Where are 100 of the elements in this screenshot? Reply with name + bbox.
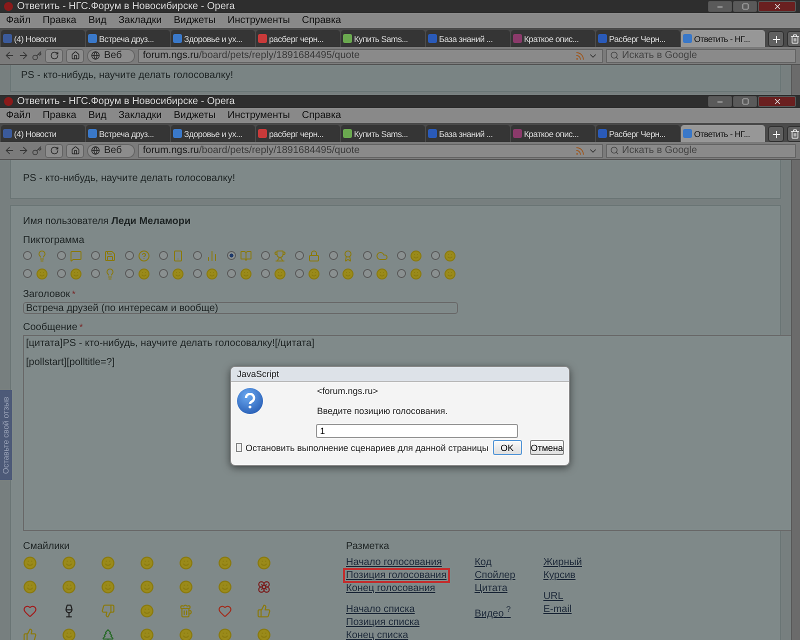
browser-tab[interactable]: Краткое опис... <box>511 30 595 47</box>
menu-item[interactable]: Файл <box>6 15 31 26</box>
address-field[interactable]: forum.ngs.ru/board/pets/reply/1891684495/quote <box>138 144 603 158</box>
search-field[interactable]: Искать в Google <box>606 144 796 158</box>
markup-link[interactable]: Курсив <box>541 569 578 582</box>
browser-tab[interactable]: Купить Sams... <box>341 125 425 142</box>
key-icon[interactable] <box>32 50 42 60</box>
icon-radio[interactable] <box>57 251 66 260</box>
menu-item[interactable]: Виджеты <box>174 110 216 121</box>
markup-link[interactable]: URL <box>541 590 566 603</box>
icon-radio[interactable] <box>159 251 168 260</box>
rss-icon[interactable] <box>575 146 585 156</box>
icon-radio[interactable] <box>363 251 372 260</box>
browser-tab[interactable]: (4) Новости <box>1 30 85 47</box>
menu-item[interactable]: Закладки <box>118 15 162 26</box>
icon-radio[interactable] <box>125 251 134 260</box>
browser-tab[interactable]: Купить Sams... <box>341 30 425 47</box>
cancel-button[interactable]: Отмена <box>530 440 564 455</box>
markup-link[interactable]: Начало списка <box>344 603 417 616</box>
close-button[interactable] <box>758 96 796 107</box>
subject-field[interactable]: Встреча друзей (по интересам и вообще) <box>23 302 458 314</box>
icon-radio[interactable] <box>431 269 440 278</box>
icon-radio[interactable] <box>431 251 440 260</box>
browser-tab[interactable]: Встреча друз... <box>86 30 170 47</box>
home-button[interactable] <box>66 144 84 158</box>
maximize-button[interactable] <box>733 1 757 12</box>
back-icon[interactable] <box>4 145 15 156</box>
icon-radio[interactable] <box>261 251 270 260</box>
markup-link[interactable]: Код <box>472 556 494 569</box>
maximize-button[interactable] <box>733 96 757 107</box>
icon-radio[interactable] <box>91 251 100 260</box>
checkbox[interactable] <box>236 443 242 452</box>
back-icon[interactable] <box>4 50 15 61</box>
icon-radio[interactable] <box>329 269 338 278</box>
markup-link[interactable]: Жирный <box>541 556 584 569</box>
icon-radio[interactable] <box>125 269 134 278</box>
menu-item[interactable]: Вид <box>88 15 106 26</box>
icon-radio[interactable] <box>23 251 32 260</box>
menu-item[interactable]: Правка <box>42 110 76 121</box>
browser-tab[interactable]: База знаний ... <box>426 30 510 47</box>
trash-button[interactable] <box>787 31 800 47</box>
menu-item[interactable]: Виджеты <box>174 15 216 26</box>
mode-button[interactable]: Веб <box>87 144 135 158</box>
browser-tab[interactable]: расберг черн... <box>256 30 340 47</box>
trash-button[interactable] <box>787 126 800 142</box>
icon-radio[interactable] <box>261 269 270 278</box>
forward-icon[interactable] <box>18 50 29 61</box>
markup-link[interactable]: Позиция голосования <box>344 569 449 582</box>
icon-radio[interactable] <box>193 251 202 260</box>
search-field[interactable]: Искать в Google <box>606 48 796 62</box>
icon-radio[interactable] <box>193 269 202 278</box>
browser-tab[interactable]: Встреча друз... <box>86 125 170 142</box>
icon-radio[interactable] <box>23 269 32 278</box>
icon-radio[interactable] <box>363 269 372 278</box>
icon-radio[interactable] <box>227 251 236 260</box>
new-tab-button[interactable] <box>768 31 784 47</box>
menu-item[interactable]: Закладки <box>118 110 162 121</box>
menu-item[interactable]: Файл <box>6 110 31 121</box>
icon-radio[interactable] <box>329 251 338 260</box>
markup-link[interactable]: Конец списка <box>344 629 410 640</box>
markup-link[interactable]: Видео $^{?}$ <box>472 603 513 620</box>
address-field[interactable]: forum.ngs.ru/board/pets/reply/1891684495/quote <box>138 48 603 62</box>
ok-button[interactable]: OK <box>492 440 522 455</box>
markup-link[interactable]: Цитата <box>472 582 510 595</box>
mode-button[interactable]: Веб <box>87 48 135 62</box>
icon-radio[interactable] <box>159 269 168 278</box>
browser-tab[interactable]: расберг черн... <box>256 125 340 142</box>
menu-item[interactable]: Правка <box>42 15 76 26</box>
markup-link[interactable]: Спойлер <box>472 569 518 582</box>
markup-link[interactable]: E-mail <box>541 603 574 616</box>
menu-item[interactable]: Инструменты <box>228 15 290 26</box>
scrollbar[interactable] <box>791 65 800 95</box>
markup-link[interactable]: Конец голосования <box>344 582 438 595</box>
icon-radio[interactable] <box>295 251 304 260</box>
menu-item[interactable]: Справка <box>302 110 342 121</box>
markup-link[interactable]: Начало голосования <box>344 556 444 569</box>
icon-radio[interactable] <box>295 269 304 278</box>
scrollbar[interactable] <box>791 160 800 640</box>
browser-tab[interactable]: База знаний ... <box>426 125 510 142</box>
new-tab-button[interactable] <box>768 126 784 142</box>
browser-tab[interactable]: Ответить - НГ... <box>681 30 765 47</box>
menu-item[interactable]: Инструменты <box>228 110 290 121</box>
icon-radio[interactable] <box>91 269 100 278</box>
menu-item[interactable]: Справка <box>302 15 342 26</box>
menu-item[interactable]: Вид <box>88 110 106 121</box>
close-button[interactable] <box>758 1 796 12</box>
reload-button[interactable] <box>45 144 63 158</box>
key-icon[interactable] <box>32 146 42 156</box>
icon-radio[interactable] <box>397 251 406 260</box>
forward-icon[interactable] <box>18 145 29 156</box>
feedback-tab[interactable]: Оставьте свой отзыв <box>0 390 12 480</box>
browser-tab[interactable]: Ответить - НГ... <box>681 125 765 142</box>
icon-radio[interactable] <box>397 269 406 278</box>
browser-tab[interactable]: Расберг Черн... <box>596 125 680 142</box>
home-button[interactable] <box>66 48 84 62</box>
browser-tab[interactable]: Расберг Черн... <box>596 30 680 47</box>
browser-tab[interactable]: Краткое опис... <box>511 125 595 142</box>
dialog-input[interactable]: 1 <box>316 424 518 438</box>
browser-tab[interactable]: Здоровье и ух... <box>171 30 255 47</box>
icon-radio[interactable] <box>227 269 236 278</box>
